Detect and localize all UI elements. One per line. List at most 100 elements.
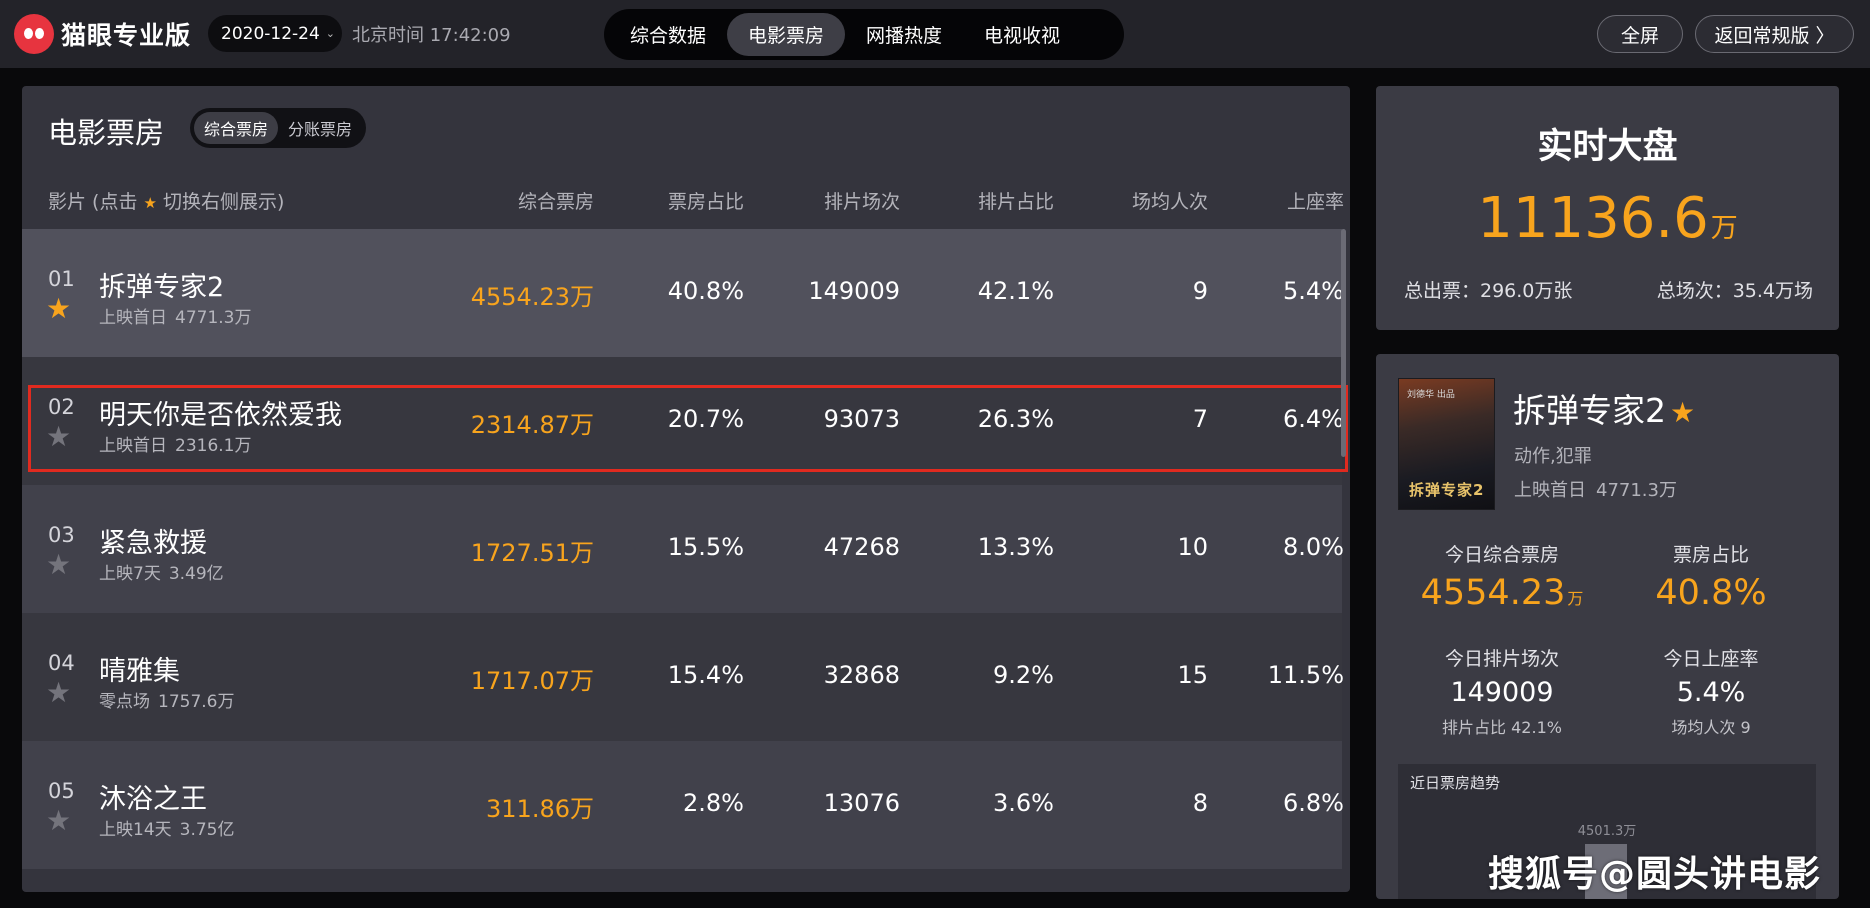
film-name: 沐浴之王 [99, 784, 207, 815]
fullscreen-button[interactable]: 全屏 [1597, 15, 1683, 53]
stat-value: 5.4% [1676, 677, 1746, 708]
back-to-normal-button[interactable]: 返回常规版 〉 [1695, 15, 1854, 53]
rank: 04 [48, 651, 75, 675]
tab-box-office[interactable]: 电影票房 [727, 13, 846, 56]
cell-seat: 6.8% [1283, 789, 1344, 817]
cell-show-pct: 13.3% [977, 533, 1054, 561]
film-poster[interactable]: 刘德华 出品 拆弹专家2 [1398, 378, 1495, 510]
stat-number: 4554.23 [1420, 573, 1566, 613]
rank: 03 [48, 523, 75, 547]
table-row[interactable]: 05 ★ 沐浴之王 上映14天 3.75亿 311.86万 2.8% 13076 … [22, 741, 1344, 869]
stat-label: 今日综合票房 [1444, 544, 1559, 566]
poster-title: 拆弹专家2 [1409, 481, 1485, 499]
stat-value: 4554.23 万 [1402, 573, 1602, 613]
rank: 01 [48, 267, 75, 291]
release-day: 上映首日 [99, 308, 167, 328]
release-day: 上映14天 [99, 820, 172, 840]
realtime-value: 11136.6万 [1376, 186, 1839, 251]
cat-eye-logo-icon [14, 14, 54, 54]
cell-show-pct: 3.6% [993, 789, 1054, 817]
total-shows: 总场次：35.4万场 [1656, 280, 1813, 302]
chevron-down-icon: ⌄ [325, 27, 336, 40]
cell-box-pct: 15.4% [667, 661, 744, 689]
trend-data-label: 4501.3万 [1577, 824, 1637, 839]
col-film: 影片 (点击 ★ 切换右侧展示) [48, 176, 284, 228]
release-day: 上映首日 [99, 436, 167, 456]
star-icon[interactable]: ★ [46, 551, 71, 579]
col-film-prefix: 影片 (点击 [48, 191, 144, 213]
stat-sub: 场均人次 9 [1671, 718, 1751, 737]
col-seat[interactable]: 上座率 [1212, 176, 1344, 228]
rank: 02 [48, 395, 75, 419]
switch-split-box[interactable]: 分账票房 [278, 112, 362, 144]
star-icon[interactable]: ★ [46, 423, 71, 451]
total-tickets: 总出票：296.0万张 [1404, 280, 1573, 302]
cell-shows: 149009 [808, 277, 900, 305]
total-box: 2316.1万 [175, 436, 252, 456]
cell-show-pct: 42.1% [977, 277, 1054, 305]
switch-combined-box[interactable]: 综合票房 [194, 112, 279, 144]
watermark: 搜狐号@圆头讲电影 [1488, 854, 1822, 895]
col-box-pct[interactable]: 票房占比 [602, 176, 744, 228]
cell-seat: 6.4% [1283, 405, 1344, 433]
date-picker[interactable]: 2020-12-24 ⌄ [208, 15, 342, 52]
cell-avg: 10 [1177, 533, 1208, 561]
star-icon[interactable]: ★ [46, 679, 71, 707]
logo[interactable]: 猫眼专业版 [14, 14, 191, 54]
cell-box: 2314.87万 [470, 411, 594, 439]
date-value: 2020-12-24 [221, 23, 320, 44]
total-box: 3.75亿 [179, 820, 235, 840]
tab-overview[interactable]: 综合数据 [609, 13, 727, 56]
cell-avg: 9 [1192, 277, 1208, 305]
stat-label: 票房占比 [1672, 544, 1749, 566]
realtime-panel: 实时大盘 11136.6万 总出票：296.0万张 总场次：35.4万场 [1376, 86, 1839, 330]
col-show-pct[interactable]: 排片占比 [912, 176, 1054, 228]
table-row[interactable]: 01 ★ 拆弹专家2 上映首日 4771.3万 4554.23万 40.8% 14… [22, 229, 1344, 357]
cell-shows: 47268 [823, 533, 900, 561]
cell-avg: 15 [1177, 661, 1208, 689]
scrollbar[interactable] [1341, 229, 1346, 457]
film-name: 拆弹专家2 [99, 272, 225, 303]
cell-avg: 7 [1192, 405, 1208, 433]
trend-title: 近日票房趋势 [1410, 774, 1501, 792]
logo-text: 猫眼专业版 [61, 21, 192, 50]
cell-box-pct: 40.8% [667, 277, 744, 305]
detail-film-title: 拆弹专家2 [1513, 391, 1666, 430]
star-icon[interactable]: ★ [1670, 396, 1695, 429]
box-office-panel: 电影票房 综合票房 分账票房 影片 (点击 ★ 切换右侧展示) 综合票房 票房占… [22, 86, 1350, 892]
table-row[interactable]: 03 ★ 紧急救援 上映7天 3.49亿 1727.51万 15.5% 47268… [22, 485, 1344, 613]
film-release: 上映首日 2316.1万 [99, 431, 251, 456]
tab-web-heat[interactable]: 网播热度 [845, 13, 963, 56]
table-row[interactable]: 02 ★ 明天你是否依然爱我 上映首日 2316.1万 2314.87万 20.7… [22, 357, 1344, 485]
col-shows[interactable]: 排片场次 [752, 176, 900, 228]
poster-credit: 刘德华 出品 [1407, 390, 1455, 400]
film-name: 紧急救援 [99, 528, 207, 559]
top-bar: 猫眼专业版 2020-12-24 ⌄ 北京时间 17:42:09 综合数据 电影… [0, 0, 1870, 68]
cell-show-pct: 26.3% [977, 405, 1054, 433]
release-day: 上映7天 [99, 564, 161, 584]
table-row[interactable]: 04 ★ 晴雅集 零点场 1757.6万 1717.07万 15.4% 32868… [22, 613, 1344, 741]
box-type-switch: 综合票房 分账票房 [190, 108, 367, 148]
cell-box: 1727.51万 [470, 539, 594, 567]
stat-label: 今日上座率 [1663, 648, 1759, 670]
film-detail-panel: 刘德华 出品 拆弹专家2 拆弹专家2 ★ 动作,犯罪 上映首日 4771.3万 今日… [1376, 354, 1839, 899]
detail-release-day: 上映首日 [1514, 480, 1586, 501]
star-icon[interactable]: ★ [46, 295, 71, 323]
film-release: 上映7天 3.49亿 [99, 559, 224, 584]
cell-box-pct: 15.5% [667, 533, 744, 561]
main-tabs: 综合数据 电影票房 网播热度 电视收视 [604, 9, 1124, 60]
release-day: 零点场 [99, 692, 150, 712]
rank: 05 [48, 779, 75, 803]
stat-unit: 万 [1567, 589, 1584, 608]
col-avg[interactable]: 场均人次 [1062, 176, 1208, 228]
stat-value: 149009 [1450, 677, 1554, 708]
cell-seat: 11.5% [1267, 661, 1344, 689]
film-release: 零点场 1757.6万 [99, 687, 234, 712]
realtime-unit: 万 [1710, 213, 1738, 244]
table-header: 影片 (点击 ★ 切换右侧展示) 综合票房 票房占比 排片场次 排片占比 场均人… [22, 176, 1350, 228]
cell-shows: 13076 [823, 789, 900, 817]
tab-tv-ratings[interactable]: 电视收视 [963, 13, 1081, 56]
cell-show-pct: 9.2% [993, 661, 1054, 689]
star-icon[interactable]: ★ [46, 807, 71, 835]
col-box[interactable]: 综合票房 [414, 176, 594, 228]
